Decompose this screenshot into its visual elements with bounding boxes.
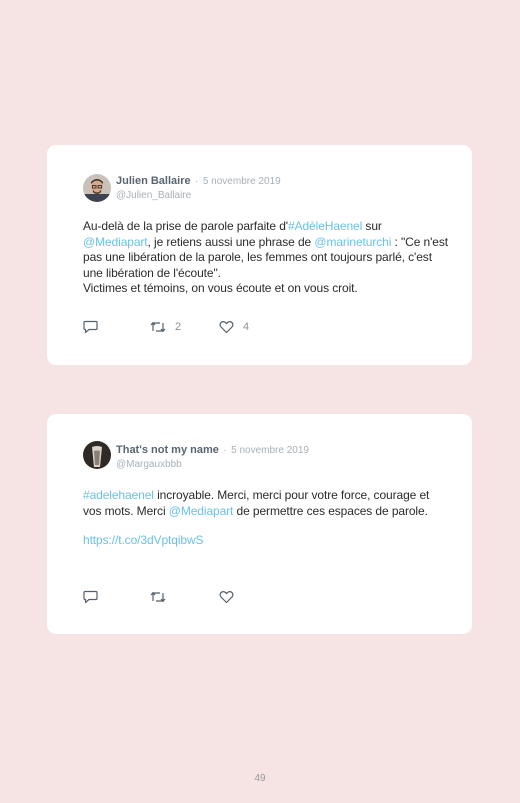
retweet-button[interactable]: 2 — [150, 320, 181, 334]
tweet-header: That's not my name · 5 novembre 2019 @Ma… — [116, 442, 309, 472]
tweet-text: #adelehaenel incroyable. Merci, merci po… — [83, 488, 448, 549]
author-handle[interactable]: @Julien_Ballaire — [116, 189, 281, 203]
like-count: 4 — [243, 321, 250, 333]
author-name[interactable]: Julien Ballaire — [116, 175, 191, 187]
tweet-card: Julien Ballaire · 5 novembre 2019 @Julie… — [47, 145, 472, 365]
like-icon — [219, 590, 234, 604]
hashtag-link[interactable]: #AdèleHaenel — [288, 219, 362, 233]
tweet-date[interactable]: 5 novembre 2019 — [231, 445, 309, 456]
retweet-icon — [150, 590, 166, 604]
text-segment: , je retiens aussi une phrase de — [147, 234, 315, 249]
like-button[interactable]: 4 — [219, 320, 249, 334]
page-number: 49 — [254, 773, 266, 784]
tweet-actions — [83, 590, 283, 606]
tweet-date[interactable]: 5 novembre 2019 — [203, 176, 281, 187]
like-icon — [219, 320, 234, 334]
reply-icon — [83, 590, 98, 604]
mention-link[interactable]: @Mediapart — [169, 504, 234, 518]
tweet-text: Au-delà de la prise de parole parfaite d… — [83, 219, 448, 297]
reply-button[interactable] — [83, 320, 98, 334]
hashtag-link[interactable]: #adelehaenel — [83, 488, 154, 502]
like-button[interactable] — [219, 590, 234, 604]
author-handle[interactable]: @Margauxbbb — [116, 458, 309, 472]
url-link[interactable]: https://t.co/3dVptqibwS — [83, 533, 204, 547]
reply-icon — [83, 320, 98, 334]
text-segment: Victimes et témoins, on vous écoute et o… — [83, 281, 358, 295]
text-segment: sur — [362, 219, 382, 233]
retweet-count: 2 — [175, 321, 182, 333]
reply-button[interactable] — [83, 590, 98, 604]
separator: · — [223, 445, 227, 456]
mention-link[interactable]: @marineturchi — [314, 235, 391, 249]
tweet-card: That's not my name · 5 novembre 2019 @Ma… — [47, 414, 472, 634]
tweet-actions: 2 4 — [83, 320, 283, 336]
separator: · — [195, 176, 199, 187]
retweet-icon — [150, 320, 166, 334]
mention-link[interactable]: @Mediapart — [83, 235, 148, 249]
avatar[interactable] — [83, 441, 111, 469]
retweet-button[interactable] — [150, 590, 166, 604]
author-name[interactable]: That's not my name — [116, 444, 219, 456]
text-segment: de permettre ces espaces de parole. — [233, 503, 428, 518]
text-segment: Au-delà de la prise de parole parfaite d… — [83, 219, 288, 233]
tweet-header: Julien Ballaire · 5 novembre 2019 @Julie… — [116, 173, 281, 203]
avatar[interactable] — [83, 174, 111, 202]
